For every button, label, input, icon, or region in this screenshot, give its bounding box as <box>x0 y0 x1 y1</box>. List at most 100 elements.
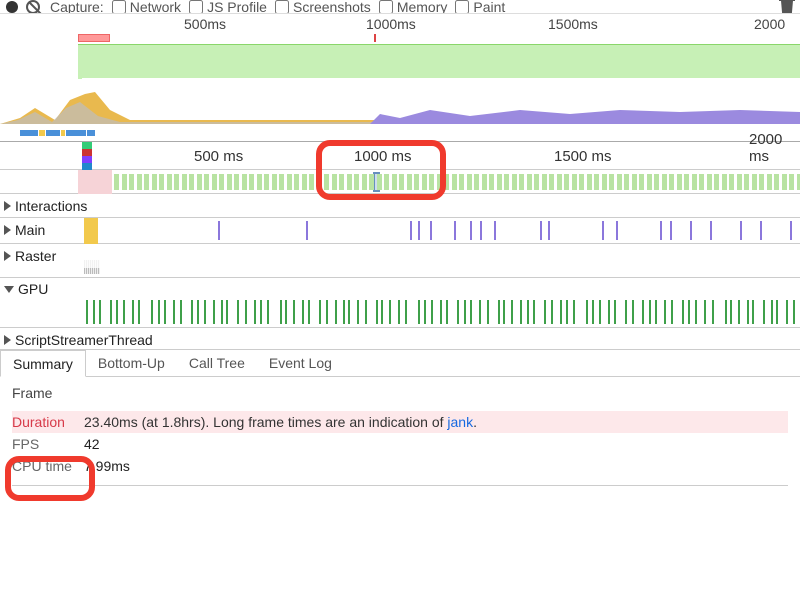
frame-tick[interactable] <box>504 174 509 190</box>
frame-tick[interactable] <box>699 174 704 190</box>
frame-tick[interactable] <box>662 174 667 190</box>
timeline-ruler[interactable]: 500 ms 1000 ms 1500 ms 2000 ms <box>0 142 800 170</box>
frame-tick[interactable] <box>594 174 599 190</box>
frame-tick[interactable] <box>609 174 614 190</box>
frame-tick[interactable] <box>302 174 307 190</box>
frame-tick[interactable] <box>677 174 682 190</box>
frame-tick[interactable] <box>774 174 779 190</box>
frame-tick[interactable] <box>572 174 577 190</box>
frame-tick[interactable] <box>729 174 734 190</box>
frame-tick[interactable] <box>264 174 269 190</box>
frame-tick[interactable] <box>489 174 494 190</box>
frame-tick[interactable] <box>444 174 449 190</box>
frame-tick[interactable] <box>459 174 464 190</box>
capture-jsprofile-checkbox[interactable] <box>189 0 203 14</box>
frame-tick[interactable] <box>197 174 202 190</box>
frame-tick[interactable] <box>324 174 329 190</box>
frame-tick[interactable] <box>129 174 134 190</box>
frame-tick[interactable] <box>707 174 712 190</box>
frame-tick[interactable] <box>294 174 299 190</box>
frame-tick[interactable] <box>512 174 517 190</box>
capture-paint[interactable]: Paint <box>455 0 505 14</box>
frame-tick[interactable] <box>212 174 217 190</box>
frame-tick[interactable] <box>722 174 727 190</box>
frame-tick[interactable] <box>452 174 457 190</box>
frame-tick[interactable] <box>392 174 397 190</box>
frame-tick[interactable] <box>587 174 592 190</box>
frame-tick[interactable] <box>227 174 232 190</box>
frame-tick[interactable] <box>617 174 622 190</box>
frame-tick[interactable] <box>557 174 562 190</box>
capture-memory-checkbox[interactable] <box>379 0 393 14</box>
frame-tick[interactable] <box>684 174 689 190</box>
frame-tick[interactable] <box>497 174 502 190</box>
tab-event-log[interactable]: Event Log <box>257 350 344 376</box>
frame-tick[interactable] <box>789 174 794 190</box>
frame-tick[interactable] <box>144 174 149 190</box>
frame-tick[interactable] <box>114 174 119 190</box>
frame-tick[interactable] <box>362 174 367 190</box>
clear-icon[interactable] <box>26 0 40 14</box>
frame-tick[interactable] <box>354 174 359 190</box>
capture-jsprofile[interactable]: JS Profile <box>189 0 267 14</box>
frame-tick[interactable] <box>579 174 584 190</box>
frame-tick[interactable] <box>234 174 239 190</box>
frame-tick[interactable] <box>422 174 427 190</box>
trash-icon[interactable] <box>780 0 794 14</box>
frame-tick[interactable] <box>287 174 292 190</box>
tab-summary[interactable]: Summary <box>0 350 86 377</box>
capture-network[interactable]: Network <box>112 0 181 14</box>
frames-strip[interactable] <box>0 170 800 194</box>
frame-tick[interactable] <box>669 174 674 190</box>
jank-link[interactable]: jank <box>447 414 473 430</box>
frame-tick[interactable] <box>624 174 629 190</box>
frame-tick[interactable] <box>347 174 352 190</box>
frame-tick[interactable] <box>744 174 749 190</box>
track-main[interactable]: Main <box>0 218 800 244</box>
track-raster[interactable]: Raster <box>0 244 800 278</box>
frame-tick[interactable] <box>242 174 247 190</box>
frame-tick[interactable] <box>407 174 412 190</box>
frame-tick[interactable] <box>152 174 157 190</box>
frame-tick[interactable] <box>602 174 607 190</box>
frame-tick[interactable] <box>692 174 697 190</box>
expand-icon[interactable] <box>4 225 11 235</box>
frame-tick[interactable] <box>167 174 172 190</box>
capture-screenshots-checkbox[interactable] <box>275 0 289 14</box>
collapse-icon[interactable] <box>4 286 14 293</box>
frame-tick[interactable] <box>279 174 284 190</box>
frame-tick[interactable] <box>437 174 442 190</box>
frame-tick[interactable] <box>549 174 554 190</box>
frame-tick[interactable] <box>399 174 404 190</box>
record-icon[interactable] <box>6 1 18 13</box>
frame-tick[interactable] <box>384 174 389 190</box>
frame-tick[interactable] <box>782 174 787 190</box>
tab-bottom-up[interactable]: Bottom-Up <box>86 350 177 376</box>
frame-tick[interactable] <box>797 174 800 190</box>
frame-tick[interactable] <box>272 174 277 190</box>
frame-tick[interactable] <box>647 174 652 190</box>
frame-tick[interactable] <box>482 174 487 190</box>
track-gpu[interactable]: GPU <box>0 278 800 328</box>
frame-tick[interactable] <box>182 174 187 190</box>
frame-tick[interactable] <box>519 174 524 190</box>
frame-tick[interactable] <box>467 174 472 190</box>
frame-tick[interactable] <box>122 174 127 190</box>
frame-tick[interactable] <box>317 174 322 190</box>
frame-tick[interactable] <box>759 174 764 190</box>
frame-tick[interactable] <box>564 174 569 190</box>
frame-tick[interactable] <box>767 174 772 190</box>
frame-tick[interactable] <box>632 174 637 190</box>
frame-tick[interactable] <box>257 174 262 190</box>
frame-tick[interactable] <box>639 174 644 190</box>
frame-tick[interactable] <box>204 174 209 190</box>
frame-tick[interactable] <box>339 174 344 190</box>
capture-network-checkbox[interactable] <box>112 0 126 14</box>
frame-tick[interactable] <box>752 174 757 190</box>
frame-tick[interactable] <box>332 174 337 190</box>
frame-tick[interactable] <box>159 174 164 190</box>
frame-tick[interactable] <box>474 174 479 190</box>
capture-memory[interactable]: Memory <box>379 0 448 14</box>
frame-tick[interactable] <box>174 174 179 190</box>
tab-call-tree[interactable]: Call Tree <box>177 350 257 376</box>
